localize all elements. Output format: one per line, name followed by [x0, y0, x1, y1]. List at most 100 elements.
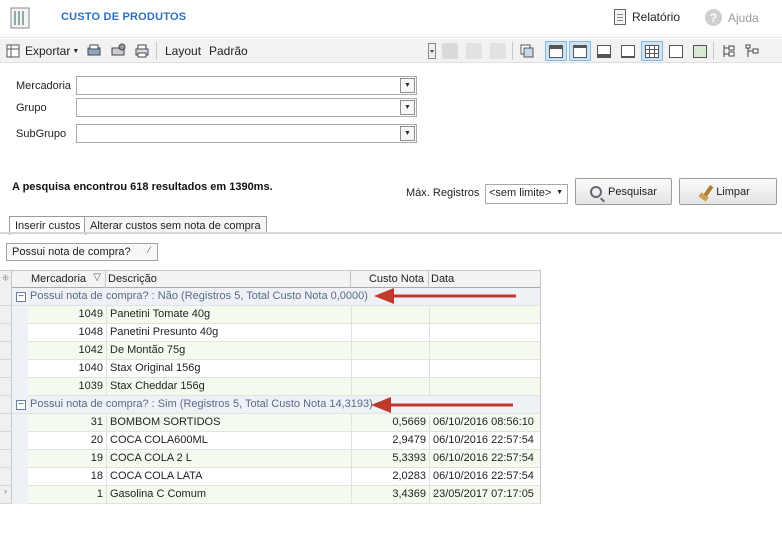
- show-header-button[interactable]: [569, 41, 591, 61]
- row-indicator[interactable]: [0, 288, 12, 306]
- ajuda-button[interactable]: ? Ajuda: [705, 9, 759, 26]
- show-grid-lines-button[interactable]: [641, 41, 663, 61]
- row-indicator[interactable]: [0, 396, 12, 414]
- layout-save-button[interactable]: [442, 42, 458, 60]
- cell-data[interactable]: 06/10/2016 08:56:10: [429, 414, 540, 432]
- table-row[interactable]: 19 COCA COLA 2 L 5,3393 06/10/2016 22:57…: [0, 450, 540, 468]
- cell-data[interactable]: 06/10/2016 22:57:54: [429, 468, 540, 486]
- grid-corner-icon[interactable]: ⁜: [0, 271, 12, 288]
- table-row[interactable]: 31 BOMBOM SORTIDOS 0,5669 06/10/2016 08:…: [0, 414, 540, 432]
- cell-data[interactable]: [429, 342, 540, 360]
- row-indicator[interactable]: [0, 324, 12, 342]
- cell-custo-nota[interactable]: [351, 342, 429, 360]
- column-header-descricao[interactable]: Descrição: [106, 271, 351, 288]
- cell-descricao[interactable]: COCA COLA 2 L: [106, 450, 351, 468]
- cell-custo-nota[interactable]: 2,9479: [351, 432, 429, 450]
- chevron-down-icon[interactable]: ▼: [400, 78, 415, 93]
- cell-descricao[interactable]: Stax Cheddar 156g: [106, 378, 351, 396]
- layout-reset-button[interactable]: [490, 42, 506, 60]
- mercadoria-combo[interactable]: ▼: [76, 76, 417, 95]
- cell-descricao[interactable]: Gasolina C Comum: [106, 486, 351, 504]
- row-indicator[interactable]: [0, 342, 12, 360]
- cell-mercadoria[interactable]: 31: [28, 414, 106, 432]
- subgrupo-combo[interactable]: ▼: [76, 124, 417, 143]
- cell-data[interactable]: [429, 360, 540, 378]
- collapse-groups-button[interactable]: [741, 41, 763, 61]
- cell-descricao[interactable]: COCA COLA LATA: [106, 468, 351, 486]
- table-row[interactable]: 20 COCA COLA600ML 2,9479 06/10/2016 22:5…: [0, 432, 540, 450]
- table-row[interactable]: 18 COCA COLA LATA 2,0283 06/10/2016 22:5…: [0, 468, 540, 486]
- table-row[interactable]: › 1 Gasolina C Comum 3,4369 23/05/2017 0…: [0, 486, 540, 504]
- layout-button[interactable]: Layout: [165, 42, 201, 60]
- show-group-panel-button[interactable]: [545, 41, 567, 61]
- relatorio-button[interactable]: Relatório: [614, 9, 680, 25]
- print-preview-button[interactable]: [86, 42, 102, 60]
- collapse-icon[interactable]: −: [16, 292, 26, 302]
- grupo-combo[interactable]: ▼: [76, 98, 417, 117]
- cell-mercadoria[interactable]: 1048: [28, 324, 106, 342]
- table-row[interactable]: 1048 Panetini Presunto 40g: [0, 324, 540, 342]
- group-by-chip[interactable]: Possui nota de compra? ⁄: [6, 243, 158, 261]
- row-indicator[interactable]: [0, 360, 12, 378]
- cell-custo-nota[interactable]: 2,0283: [351, 468, 429, 486]
- max-registros-select[interactable]: <sem limite> ▼: [485, 184, 568, 204]
- cell-custo-nota[interactable]: [351, 378, 429, 396]
- sort-icon[interactable]: ⁄: [148, 245, 150, 255]
- cell-data[interactable]: [429, 378, 540, 396]
- cell-mercadoria[interactable]: 1039: [28, 378, 106, 396]
- cell-descricao[interactable]: COCA COLA600ML: [106, 432, 351, 450]
- exportar-button[interactable]: Exportar ▼: [6, 42, 79, 60]
- chevron-down-icon[interactable]: ▼: [400, 100, 415, 115]
- table-row[interactable]: 1042 De Montão 75g: [0, 342, 540, 360]
- cell-descricao[interactable]: De Montão 75g: [106, 342, 351, 360]
- auto-width-button[interactable]: [689, 41, 711, 61]
- padrao-button[interactable]: Padrão: [209, 42, 248, 60]
- layout-dropdown-button[interactable]: [428, 42, 436, 60]
- cell-mercadoria[interactable]: 18: [28, 468, 106, 486]
- table-row[interactable]: 1049 Panetini Tomate 40g: [0, 306, 540, 324]
- cell-mercadoria[interactable]: 20: [28, 432, 106, 450]
- cell-data[interactable]: 06/10/2016 22:57:54: [429, 450, 540, 468]
- cell-mercadoria[interactable]: 19: [28, 450, 106, 468]
- column-chooser-button[interactable]: [519, 42, 535, 60]
- pesquisar-button[interactable]: Pesquisar: [575, 178, 672, 205]
- card-view-button[interactable]: [665, 41, 687, 61]
- cell-custo-nota[interactable]: [351, 360, 429, 378]
- chevron-down-icon[interactable]: ▼: [400, 126, 415, 141]
- collapse-icon[interactable]: −: [16, 400, 26, 410]
- expand-groups-button[interactable]: [717, 41, 739, 61]
- column-header-data[interactable]: Data: [429, 271, 540, 288]
- cell-mercadoria[interactable]: 1040: [28, 360, 106, 378]
- column-header-custo-nota[interactable]: Custo Nota: [351, 271, 429, 288]
- cell-descricao[interactable]: Panetini Tomate 40g: [106, 306, 351, 324]
- cell-mercadoria[interactable]: 1049: [28, 306, 106, 324]
- cell-data[interactable]: [429, 324, 540, 342]
- row-indicator[interactable]: [0, 306, 12, 324]
- row-indicator[interactable]: ›: [0, 486, 12, 504]
- limpar-button[interactable]: Limpar: [679, 178, 777, 205]
- page-setup-button[interactable]: [110, 42, 126, 60]
- cell-data[interactable]: [429, 306, 540, 324]
- cell-mercadoria[interactable]: 1042: [28, 342, 106, 360]
- print-button[interactable]: [134, 42, 150, 60]
- column-header-mercadoria[interactable]: Mercadoria ▽: [28, 271, 106, 288]
- row-indicator[interactable]: [0, 414, 12, 432]
- cell-data[interactable]: 06/10/2016 22:57:54: [429, 432, 540, 450]
- cell-custo-nota[interactable]: [351, 306, 429, 324]
- cell-descricao[interactable]: BOMBOM SORTIDOS: [106, 414, 351, 432]
- row-indicator[interactable]: [0, 432, 12, 450]
- cell-descricao[interactable]: Panetini Presunto 40g: [106, 324, 351, 342]
- cell-descricao[interactable]: Stax Original 156g: [106, 360, 351, 378]
- filter-icon[interactable]: ▽: [93, 272, 101, 283]
- row-indicator[interactable]: [0, 378, 12, 396]
- cell-custo-nota[interactable]: 0,5669: [351, 414, 429, 432]
- row-indicator[interactable]: [0, 450, 12, 468]
- table-row[interactable]: 1040 Stax Original 156g: [0, 360, 540, 378]
- cell-custo-nota[interactable]: 3,4369: [351, 486, 429, 504]
- show-filter-row-button[interactable]: [617, 41, 639, 61]
- cell-custo-nota[interactable]: 5,3393: [351, 450, 429, 468]
- cell-mercadoria[interactable]: 1: [28, 486, 106, 504]
- cell-data[interactable]: 23/05/2017 07:17:05: [429, 486, 540, 504]
- layout-load-button[interactable]: [466, 42, 482, 60]
- show-footer-button[interactable]: [593, 41, 615, 61]
